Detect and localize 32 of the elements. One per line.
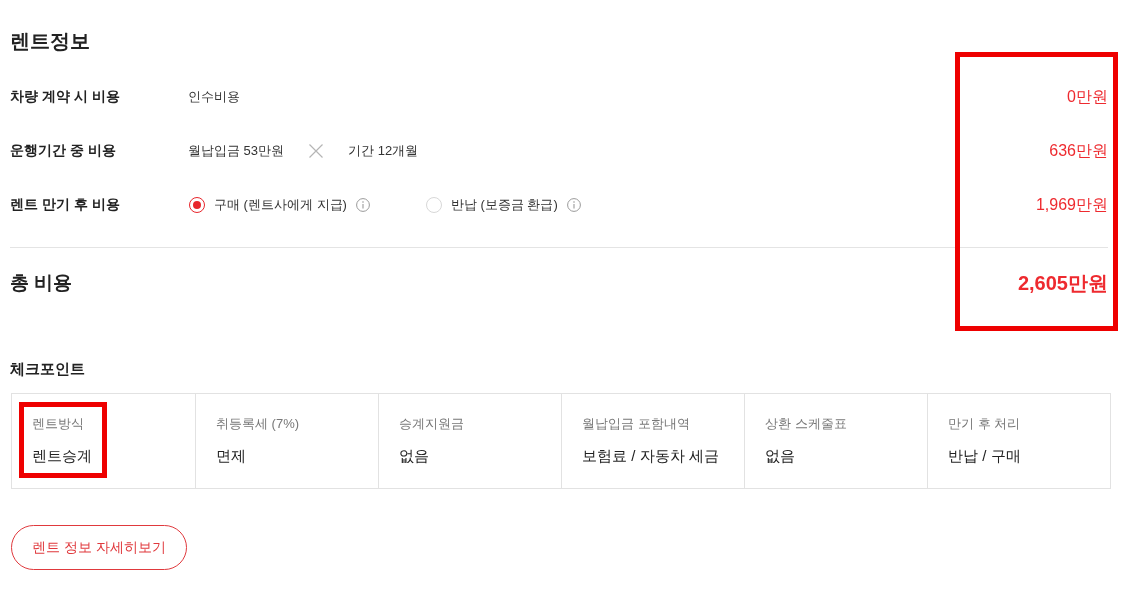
cost-amount: 1,969만원 <box>1035 194 1108 215</box>
cost-amount: 0만원 <box>1067 86 1108 107</box>
section-title: 체크포인트 <box>10 359 85 379</box>
total-label: 총 비용 <box>10 271 73 295</box>
info-icon[interactable] <box>566 198 581 212</box>
checkpoint-label: 만기 후 처리 <box>948 415 1021 433</box>
cost-amount: 636만원 <box>1049 140 1108 161</box>
checkpoint-label: 취등록세 (7%) <box>216 415 300 433</box>
checkpoint-label: 렌트방식 <box>32 415 85 433</box>
cost-factor: 월납입금 53만원 <box>188 142 285 160</box>
cost-label: 차량 계약 시 비용 <box>10 88 121 106</box>
checkpoint-value: 없음 <box>765 446 796 466</box>
checkpoint-value: 면제 <box>216 446 247 466</box>
cost-label: 운행기간 중 비용 <box>10 142 117 160</box>
info-icon[interactable] <box>355 198 370 212</box>
cost-factor: 기간 12개월 <box>348 142 419 160</box>
checkpoint-value: 없음 <box>399 446 430 466</box>
detail-button[interactable]: 렌트 정보 자세히보기 <box>11 525 187 570</box>
section-title: 렌트정보 <box>10 29 90 54</box>
cost-detail: 인수비용 <box>188 88 240 106</box>
checkpoint-label: 상환 스케줄표 <box>765 415 847 433</box>
cost-label: 렌트 만기 후 비용 <box>10 196 121 214</box>
radio-button[interactable] <box>189 197 205 213</box>
multiply-icon <box>309 144 324 158</box>
checkpoint-label: 승계지원금 <box>399 415 464 433</box>
checkpoint-label: 월납입금 포함내역 <box>582 415 691 433</box>
checkpoint-value: 보험료 / 자동차 세금 <box>582 446 719 466</box>
checkpoint-value: 렌트승계 <box>32 446 92 466</box>
radio-label[interactable]: 반납 (보증금 환급) <box>450 196 558 214</box>
total-amount: 2,605만원 <box>1017 270 1108 296</box>
checkpoint-value: 반납 / 구매 <box>948 446 1021 466</box>
radio-label[interactable]: 구매 (렌트사에게 지급) <box>214 196 347 214</box>
